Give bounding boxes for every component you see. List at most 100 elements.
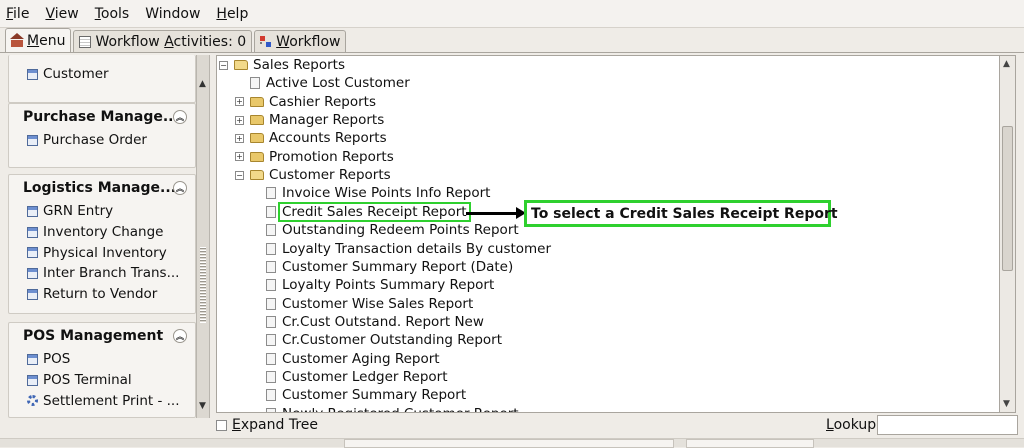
tree-node-label: Customer Summary Report (Date) xyxy=(282,258,514,275)
sidebar-item-label: POS Terminal xyxy=(43,372,132,389)
expand-icon[interactable]: + xyxy=(235,133,244,143)
tab-menu[interactable]: Menu xyxy=(5,28,72,52)
sidebar-item-label: Settlement Print - ... xyxy=(43,392,180,409)
tree-node[interactable]: + Manager Reports xyxy=(235,111,384,129)
report-icon xyxy=(266,352,276,365)
expand-tree-label[interactable]: Expand Tree xyxy=(232,417,318,433)
menu-view[interactable]: View xyxy=(45,6,78,22)
tree-node[interactable]: Active Lost Customer xyxy=(250,74,410,92)
scroll-down-icon[interactable]: ▼ xyxy=(1003,399,1010,409)
menu-help[interactable]: Help xyxy=(216,6,248,22)
collapse-icon[interactable]: − xyxy=(219,60,228,70)
expand-icon[interactable]: + xyxy=(235,97,244,107)
sidebar-item-label: Physical Inventory xyxy=(43,244,167,261)
sidebar-item[interactable]: Inter Branch Trans... xyxy=(9,263,195,284)
tree-node[interactable]: − Customer Reports xyxy=(235,166,391,184)
sidebar-section-header[interactable]: POS Management ︽ xyxy=(9,323,195,349)
sidebar-item-label: POS xyxy=(43,351,71,368)
report-icon xyxy=(266,279,276,292)
document-icon xyxy=(27,353,38,365)
tree-node-report[interactable]: Customer Summary Report xyxy=(266,386,466,404)
tab-workflow-activities[interactable]: Workflow Activities: 0 xyxy=(73,30,253,52)
report-icon xyxy=(266,315,276,328)
tree-node-report[interactable]: Customer Aging Report xyxy=(266,350,440,368)
tab-label: Workflow xyxy=(276,33,341,50)
sidebar-item-label: Purchase Order xyxy=(43,132,147,149)
scroll-up-icon[interactable]: ▲ xyxy=(199,79,206,89)
scroll-up-icon[interactable]: ▲ xyxy=(1003,59,1010,69)
scrollbar-thumb[interactable] xyxy=(1002,126,1013,271)
collapse-icon[interactable]: ︽ xyxy=(173,181,187,195)
tree-node-report[interactable]: Credit Sales Receipt Report xyxy=(266,201,471,222)
gear-icon xyxy=(27,395,38,407)
sidebar-item[interactable]: Purchase Order xyxy=(9,130,195,151)
tree-node-sales-reports[interactable]: − Sales Reports xyxy=(219,56,345,74)
menu-tools[interactable]: Tools xyxy=(95,6,130,22)
tree-node-report[interactable]: Cr.Cust Outstand. Report New xyxy=(266,313,484,331)
menu-window[interactable]: Window xyxy=(145,6,200,22)
tree-node[interactable]: + Accounts Reports xyxy=(235,129,387,147)
document-icon xyxy=(27,374,38,386)
lookup-input[interactable] xyxy=(877,415,1018,435)
splitter-grip[interactable] xyxy=(200,247,206,323)
tree-node-report[interactable]: Customer Ledger Report xyxy=(266,368,448,386)
report-tree[interactable]: − Sales Reports Active Lost Customer + Cashi… xyxy=(216,55,1000,413)
sidebar-section-header[interactable]: Purchase Manage... ︽ xyxy=(9,104,195,130)
collapse-icon[interactable]: ︽ xyxy=(173,110,187,124)
expand-tree-checkbox[interactable] xyxy=(216,419,227,431)
folder-open-icon xyxy=(250,170,264,181)
report-icon xyxy=(266,389,276,402)
tab-strip: Menu Workflow Activities: 0 Workflow xyxy=(0,28,1024,53)
collapse-icon[interactable]: ︽ xyxy=(173,329,187,343)
expand-icon[interactable]: + xyxy=(235,152,244,162)
tree-scrollbar[interactable]: ▲ ▼ xyxy=(1000,55,1016,413)
tree-node-report[interactable]: Customer Summary Report (Date) xyxy=(266,258,513,276)
sidebar-item-label: Customer xyxy=(43,66,109,83)
scroll-down-icon[interactable]: ▼ xyxy=(199,401,206,411)
tree-node[interactable]: + Cashier Reports xyxy=(235,93,376,111)
sidebar-section: Purchase Manage... ︽ Purchase Order xyxy=(8,103,196,168)
sidebar-item[interactable]: Settlement Print - ... xyxy=(9,390,195,411)
tree-node-report[interactable]: Loyalty Transaction details By customer xyxy=(266,240,551,258)
section-title: Logistics Manage... xyxy=(23,180,176,196)
sidebar-item[interactable]: POS xyxy=(9,349,195,370)
tree-node-label: Customer Reports xyxy=(269,167,391,184)
tree-node-label: Loyalty Transaction details By customer xyxy=(282,240,552,257)
collapse-icon[interactable]: − xyxy=(235,170,244,180)
sidebar-section: POS Management ︽ POS POS Terminal Settlement… xyxy=(8,322,196,418)
tree-node-label: Customer Aging Report xyxy=(282,350,440,367)
sidebar-item[interactable]: POS Terminal xyxy=(9,370,195,391)
tab-workflow[interactable]: Workflow xyxy=(254,30,347,52)
tree-node-report[interactable]: Cr.Customer Outstanding Report xyxy=(266,331,502,349)
report-icon xyxy=(266,187,276,200)
sidebar-item-label: Inter Branch Trans... xyxy=(43,265,180,282)
tree-node-report[interactable]: Customer Wise Sales Report xyxy=(266,295,473,313)
folder-icon xyxy=(250,133,264,144)
document-icon xyxy=(27,288,38,300)
sidebar-item[interactable]: Inventory Change xyxy=(9,222,195,243)
tree-node-report[interactable]: Invoice Wise Points Info Report xyxy=(266,184,490,202)
folder-icon xyxy=(250,115,264,126)
tree-node-label: Promotion Reports xyxy=(269,148,394,165)
sidebar-splitter[interactable]: ▲ ▼ xyxy=(196,55,210,418)
tree-node-report[interactable]: Outstanding Redeem Points Report xyxy=(266,221,519,239)
menu-bar: File View Tools Window Help xyxy=(0,0,1024,28)
menu-file[interactable]: File xyxy=(6,6,29,22)
tree-node[interactable]: + Promotion Reports xyxy=(235,148,394,166)
sidebar-item-customer[interactable]: Customer xyxy=(9,64,195,85)
sidebar-item-label: Inventory Change xyxy=(43,224,164,241)
tree-node-label: Invoice Wise Points Info Report xyxy=(282,185,491,202)
sidebar-item[interactable]: GRN Entry xyxy=(9,201,195,222)
sidebar-section-header[interactable]: Logistics Manage... ︽ xyxy=(9,175,195,201)
expand-icon[interactable]: + xyxy=(235,115,244,125)
sidebar-item[interactable]: Return to Vendor xyxy=(9,284,195,305)
tree-node-report[interactable]: Loyalty Points Summary Report xyxy=(266,276,494,294)
tree-node-label: Cashier Reports xyxy=(269,93,376,110)
report-icon xyxy=(266,297,276,310)
tree-node-report[interactable]: Newly Registered Customer Report xyxy=(266,405,519,412)
report-icon xyxy=(266,407,276,412)
tree-node-label: Newly Registered Customer Report xyxy=(282,406,519,412)
sidebar-item[interactable]: Physical Inventory xyxy=(9,242,195,263)
document-icon xyxy=(27,267,38,279)
tree-node-label: Customer Summary Report xyxy=(282,387,467,404)
